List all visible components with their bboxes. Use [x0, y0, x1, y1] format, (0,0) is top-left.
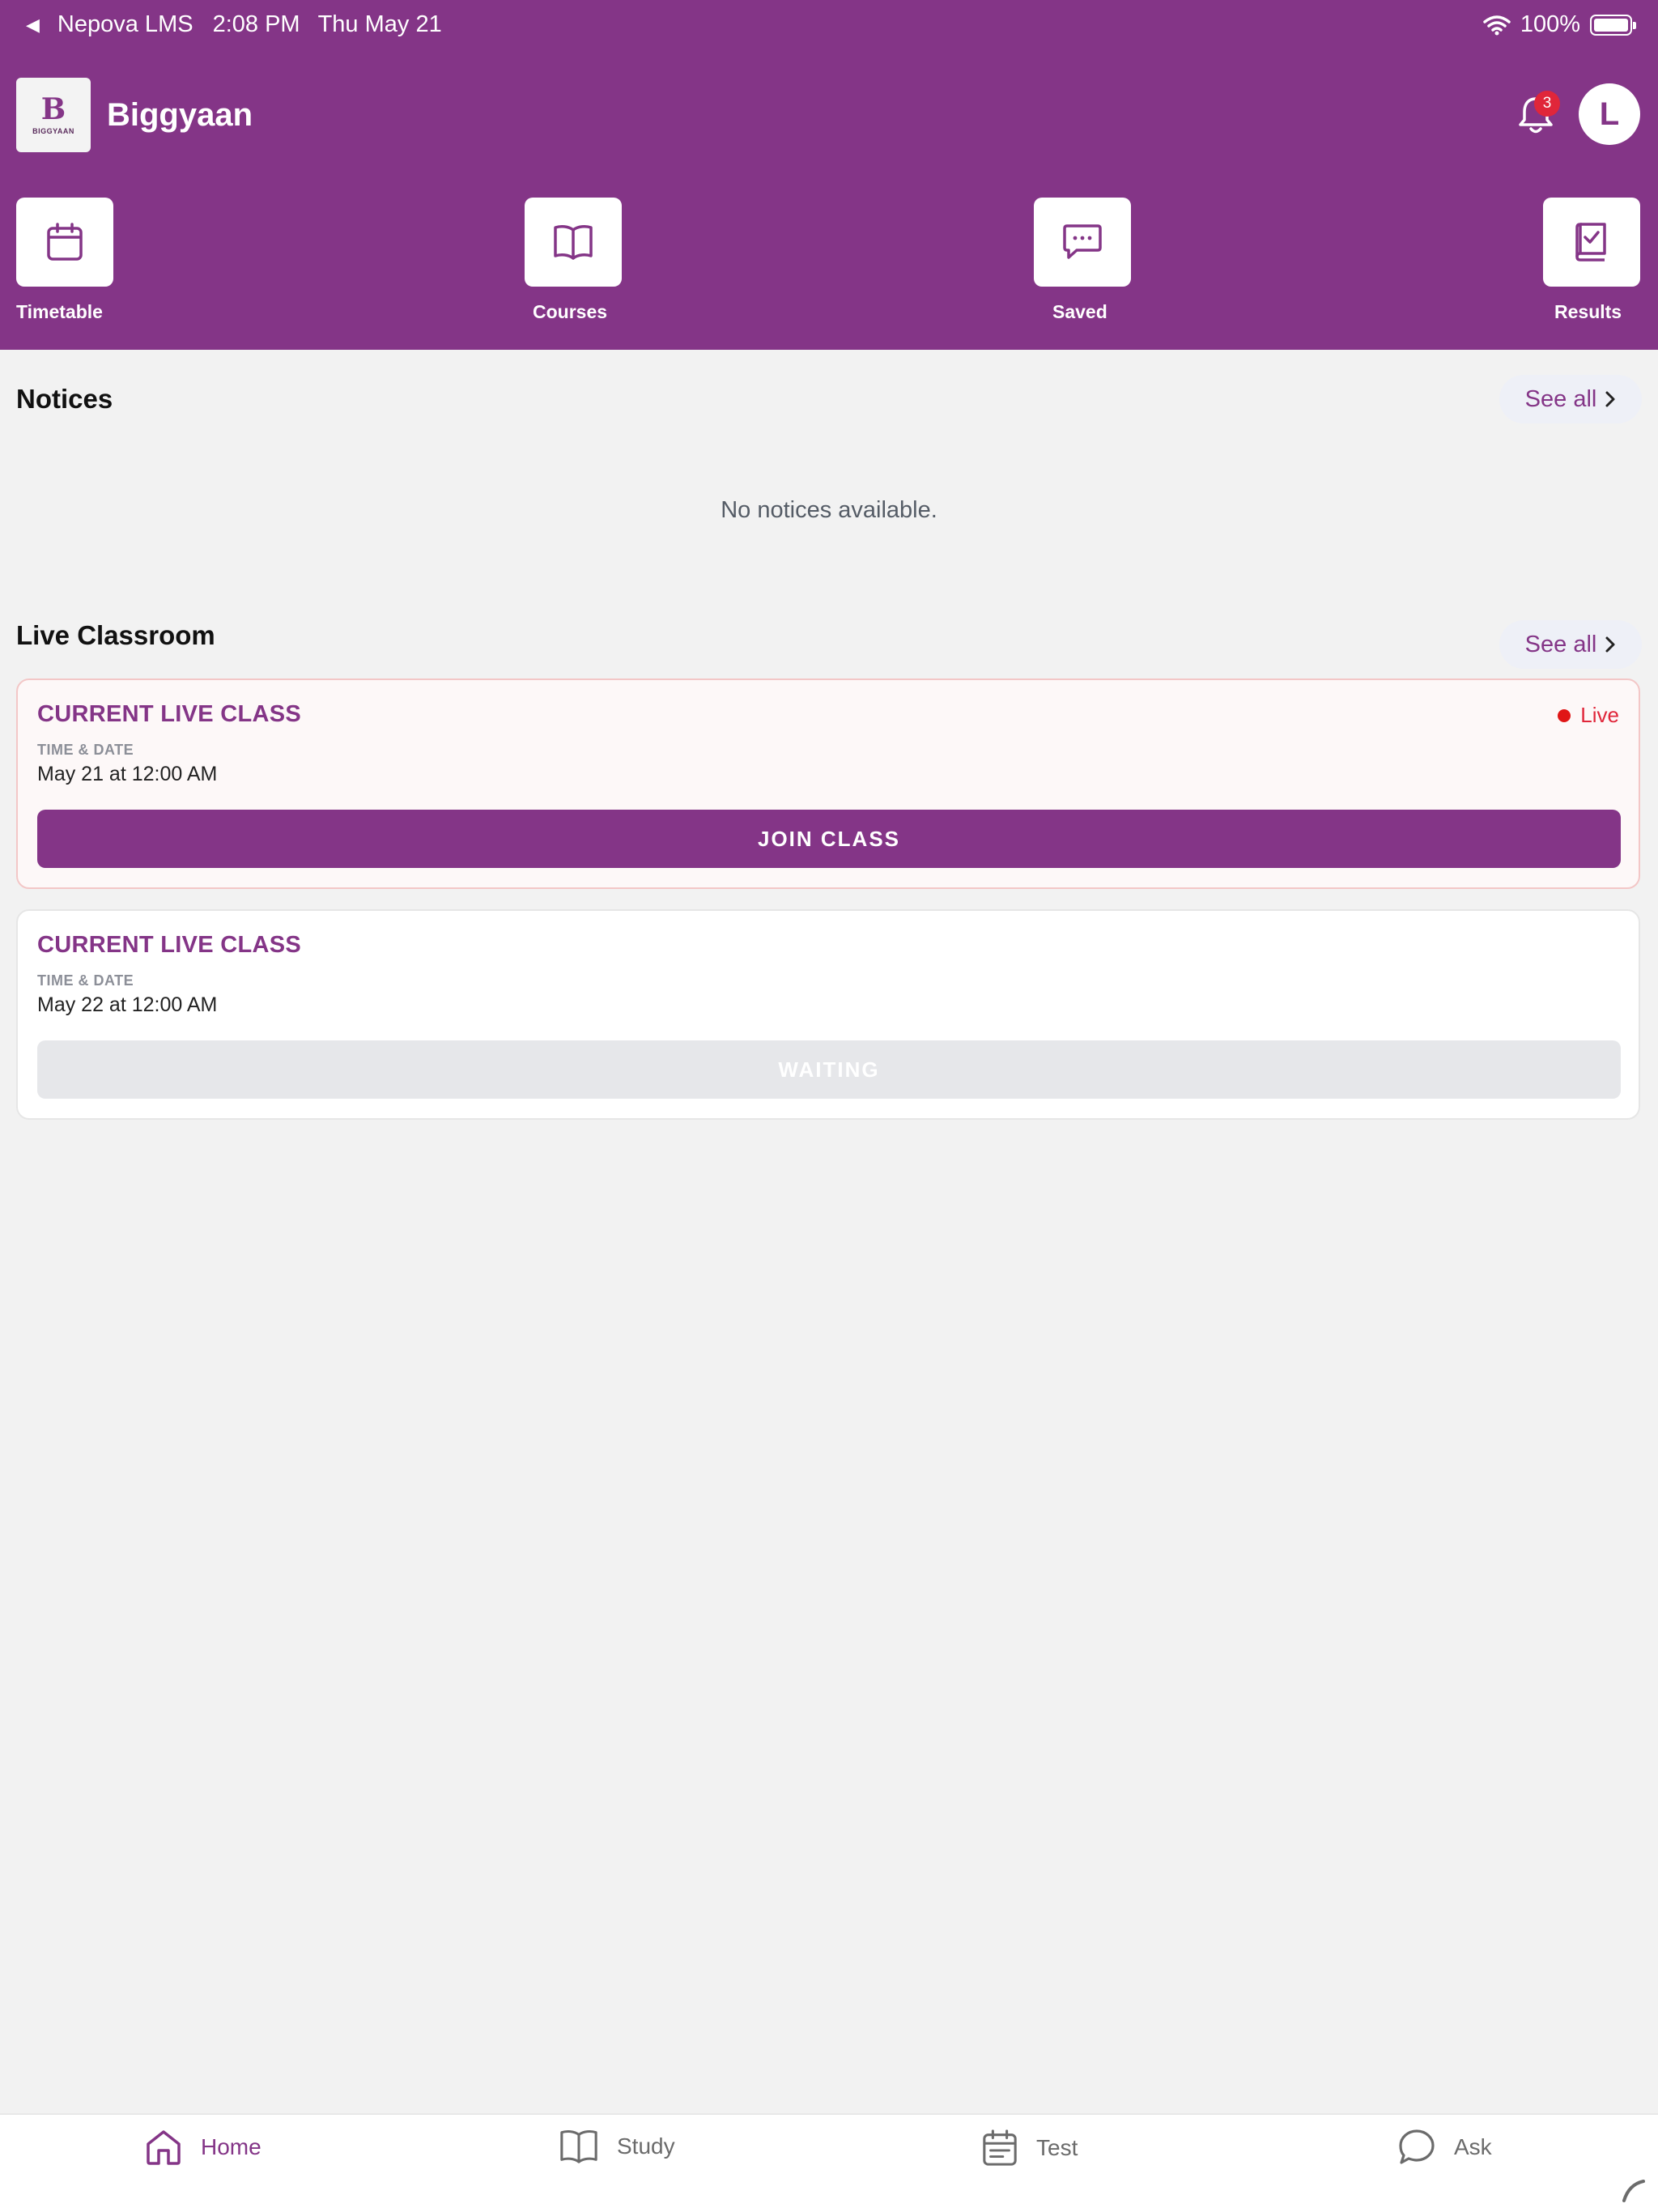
chevron-right-icon	[1605, 636, 1615, 653]
wifi-icon	[1483, 15, 1511, 35]
live-classroom-see-all-button[interactable]: See all	[1499, 620, 1642, 669]
quick-action-results[interactable]	[1543, 198, 1640, 287]
see-all-label: See all	[1524, 631, 1597, 657]
battery-percent: 100%	[1520, 11, 1580, 37]
brand: B BIGGYAAN Biggyaan	[16, 78, 253, 152]
notification-badge: 3	[1534, 91, 1560, 117]
tab-label: Home	[201, 2134, 261, 2159]
test-icon	[983, 2129, 1017, 2166]
quick-action-timetable[interactable]	[16, 198, 113, 287]
upcoming-class-card: CURRENT LIVE CLASS TIME & DATE May 22 at…	[16, 909, 1640, 1120]
battery-icon	[1590, 14, 1636, 36]
class-title: CURRENT LIVE CLASS	[37, 701, 302, 727]
waiting-button: WAITING	[37, 1040, 1621, 1099]
time-date-label: TIME & DATE	[37, 972, 134, 989]
live-label: Live	[1580, 703, 1619, 727]
tab-test[interactable]: Test	[981, 2128, 1078, 2168]
quick-action-saved[interactable]	[1034, 198, 1131, 287]
time-date-value: May 22 at 12:00 AM	[37, 993, 218, 1016]
tab-home[interactable]: Home	[144, 2128, 261, 2167]
avatar[interactable]: L	[1579, 83, 1640, 145]
time-date-label: TIME & DATE	[37, 742, 134, 758]
scroll-handle-icon	[1622, 2180, 1645, 2202]
notices-title: Notices	[16, 384, 113, 414]
status-time: 2:08 PM	[212, 11, 300, 37]
time-date-value: May 21 at 12:00 AM	[37, 763, 218, 785]
class-title: CURRENT LIVE CLASS	[37, 932, 302, 958]
quick-action-label: Saved	[1052, 301, 1107, 322]
tab-label: Test	[1036, 2135, 1078, 2160]
status-date: Thu May 21	[317, 11, 442, 37]
book-icon	[554, 225, 593, 260]
live-dot-icon	[1558, 708, 1571, 722]
notices-see-all-button[interactable]: See all	[1499, 375, 1642, 423]
live-indicator: Live	[1558, 703, 1619, 728]
chevron-right-icon	[1605, 391, 1615, 407]
app-header: ◀ Nepova LMS 2:08 PM Thu May 21 100% B B…	[0, 0, 1658, 350]
back-arrow-icon[interactable]: ◀	[26, 15, 40, 36]
quick-action-label: Results	[1554, 301, 1622, 322]
brand-logo: B BIGGYAAN	[16, 78, 91, 152]
live-class-card: CURRENT LIVE CLASS Live TIME & DATE May …	[16, 678, 1640, 889]
quick-action-courses[interactable]	[525, 198, 622, 287]
home-screen: ◀ Nepova LMS 2:08 PM Thu May 21 100% B B…	[0, 0, 1658, 2212]
chat-icon	[1399, 2129, 1435, 2164]
see-all-label: See all	[1524, 385, 1597, 412]
message-icon	[1063, 224, 1102, 259]
join-class-button[interactable]: JOIN CLASS	[37, 810, 1621, 868]
brand-name: Biggyaan	[107, 96, 253, 133]
back-app-label[interactable]: Nepova LMS	[57, 11, 193, 38]
quick-action-label: Courses	[533, 301, 608, 322]
results-icon	[1575, 223, 1606, 262]
tab-ask[interactable]: Ask	[1397, 2128, 1492, 2167]
study-icon	[560, 2129, 597, 2163]
quick-action-label: Timetable	[16, 301, 103, 322]
bottom-tab-bar: Home Study Test Ask	[0, 2113, 1658, 2212]
tab-study[interactable]: Study	[559, 2128, 675, 2165]
tab-label: Ask	[1454, 2134, 1492, 2159]
tab-label: Study	[617, 2133, 675, 2159]
notices-empty-message: No notices available.	[721, 497, 937, 523]
status-bar: ◀ Nepova LMS 2:08 PM Thu May 21 100%	[0, 0, 1658, 52]
calendar-icon	[47, 223, 83, 261]
home-icon	[147, 2130, 181, 2165]
live-classroom-title: Live Classroom	[16, 620, 215, 650]
